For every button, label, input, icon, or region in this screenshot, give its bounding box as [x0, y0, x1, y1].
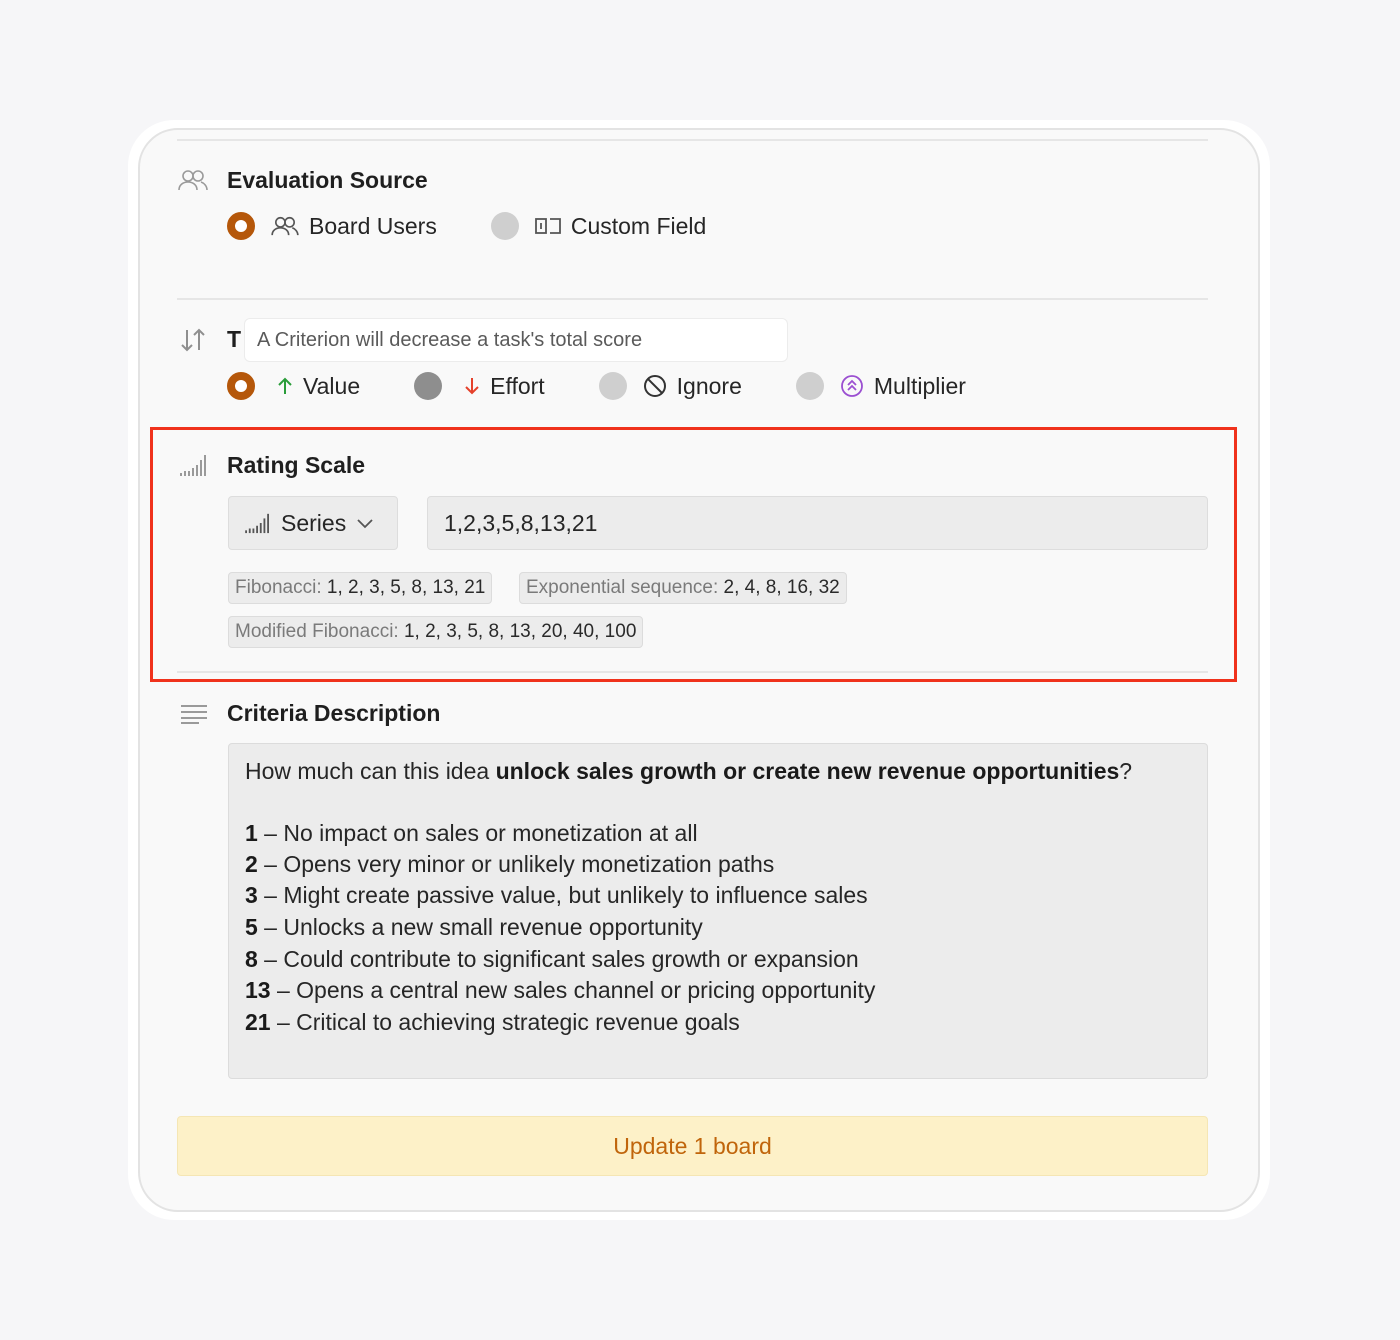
update-board-button[interactable]: Update 1 board: [177, 1116, 1208, 1176]
multiplier-icon: [840, 374, 864, 398]
arrow-down-icon: [464, 377, 480, 395]
users-icon: [178, 168, 208, 197]
radio-ignore[interactable]: [598, 372, 627, 400]
description-level: 1 – No impact on sales or monetization a…: [245, 820, 698, 846]
section-divider: [177, 298, 1208, 300]
type-title: T: [227, 326, 242, 352]
option-multiplier[interactable]: Multiplier: [795, 372, 966, 400]
signal-bars-icon: [245, 512, 271, 534]
description-level: 8 – Could contribute to significant sale…: [245, 946, 859, 972]
radio-multiplier[interactable]: [795, 372, 824, 400]
description-level: 5 – Unlocks a new small revenue opportun…: [245, 914, 703, 940]
chevron-down-icon: [356, 517, 374, 529]
type-tooltip: A Criterion will decrease a task's total…: [244, 318, 788, 362]
description-level: 21 – Critical to achieving strategic rev…: [245, 1009, 740, 1035]
scale-mode-label: Series: [281, 509, 347, 536]
description-intro: How much can this idea unlock sales grow…: [245, 758, 1133, 784]
top-divider: [177, 139, 1208, 141]
option-custom-field[interactable]: Custom Field: [490, 212, 707, 240]
option-label: Board Users: [309, 212, 437, 239]
option-label: Custom Field: [570, 212, 707, 239]
preset-values: 2, 4, 8, 16, 32: [723, 577, 840, 598]
scale-mode-dropdown[interactable]: Series: [228, 496, 398, 550]
preset-values: 1, 2, 3, 5, 8, 13, 20, 40, 100: [403, 621, 637, 642]
option-effort[interactable]: Effort: [414, 372, 545, 400]
radio-effort[interactable]: [414, 372, 443, 400]
option-value[interactable]: Value: [227, 372, 360, 400]
option-label: Value: [303, 372, 361, 399]
description-level: 3 – Might create passive value, but unli…: [245, 882, 868, 908]
signal-bars-icon: [180, 453, 208, 482]
scale-values-input[interactable]: 1,2,3,5,8,13,21: [427, 496, 1208, 550]
evaluation-source-options: Board Users Custom Field: [227, 212, 706, 240]
preset-exponential[interactable]: Exponential sequence: 2, 4, 8, 16, 32: [519, 572, 847, 604]
preset-name: Fibonacci:: [235, 577, 322, 598]
option-label: Effort: [490, 372, 545, 399]
sort-arrows-icon: [180, 327, 206, 358]
text-lines-icon: [180, 704, 208, 729]
description-level: 13 – Opens a central new sales channel o…: [245, 977, 876, 1003]
arrow-up-icon: [277, 377, 293, 395]
criteria-description-title: Criteria Description: [227, 700, 441, 726]
preset-values: 1, 2, 3, 5, 8, 13, 21: [326, 577, 486, 598]
criteria-description-editor[interactable]: How much can this idea unlock sales grow…: [228, 743, 1208, 1079]
preset-fibonacci[interactable]: Fibonacci: 1, 2, 3, 5, 8, 13, 21: [228, 572, 493, 604]
evaluation-source-title: Evaluation Source: [227, 167, 428, 193]
custom-field-icon: [534, 216, 561, 236]
preset-name: Modified Fibonacci:: [235, 621, 399, 642]
option-board-users[interactable]: Board Users: [227, 212, 437, 240]
section-divider: [177, 671, 1208, 673]
option-ignore[interactable]: Ignore: [598, 372, 742, 400]
preset-name: Exponential sequence:: [526, 577, 719, 598]
radio-value[interactable]: [227, 372, 255, 400]
users-icon: [271, 215, 299, 237]
option-label: Ignore: [676, 372, 742, 399]
option-label: Multiplier: [873, 372, 966, 399]
type-options: Value Effort Ignore Multiplier: [227, 372, 966, 400]
radio-board-users[interactable]: [227, 212, 255, 240]
rating-scale-title: Rating Scale: [227, 452, 366, 478]
description-level: 2 – Opens very minor or unlikely monetiz…: [245, 851, 775, 877]
radio-custom-field[interactable]: [490, 212, 519, 240]
preset-modified-fibonacci[interactable]: Modified Fibonacci: 1, 2, 3, 5, 8, 13, 2…: [228, 616, 644, 648]
ban-icon: [643, 374, 667, 398]
